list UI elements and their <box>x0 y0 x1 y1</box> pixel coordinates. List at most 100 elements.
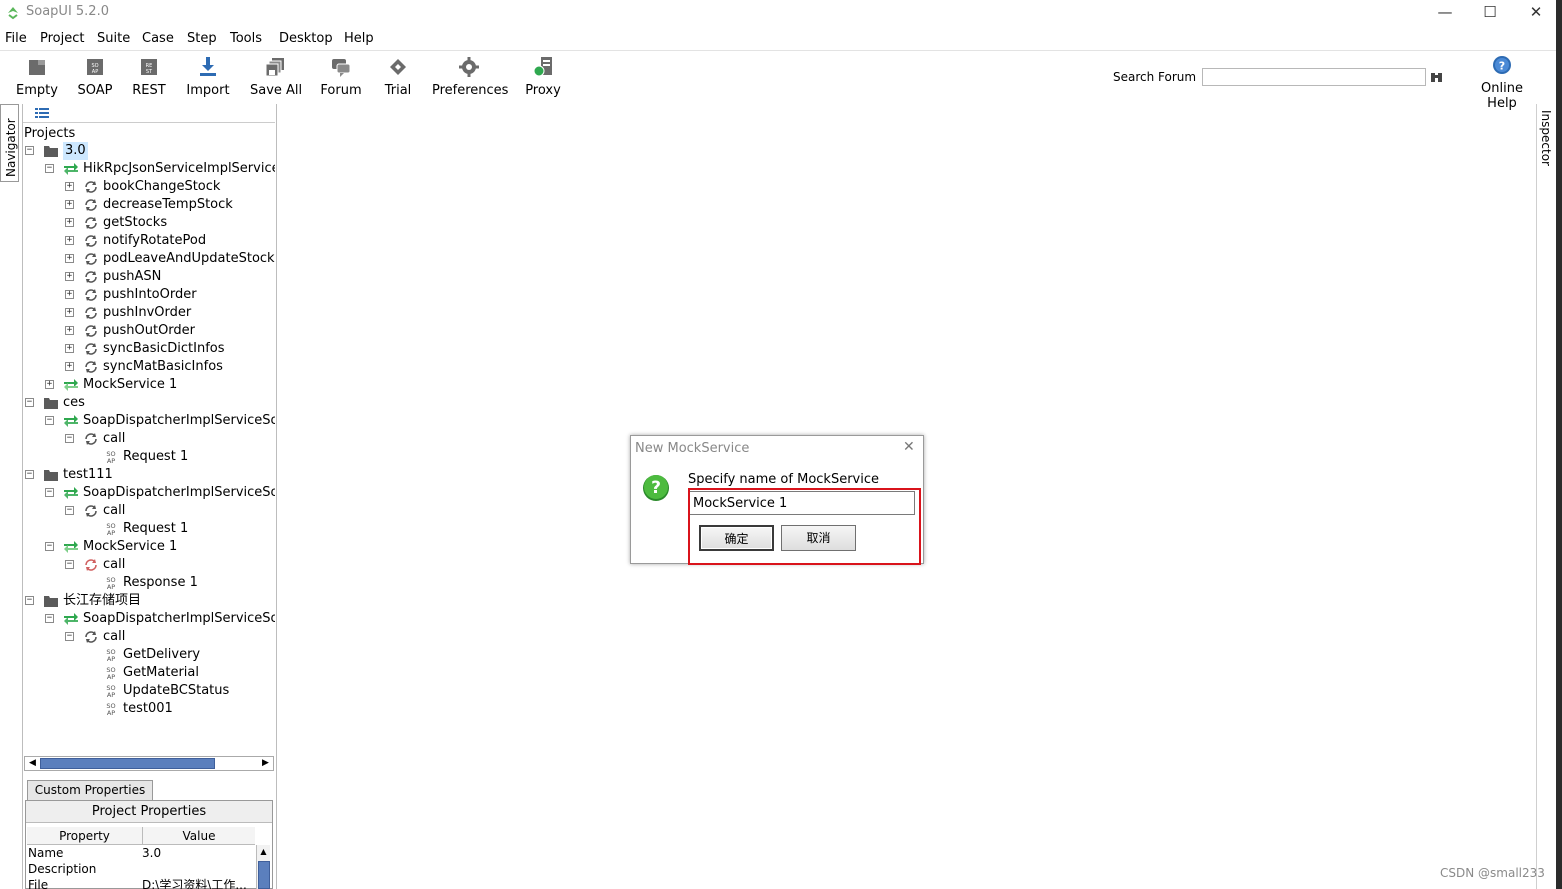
collapse-toggle-icon[interactable]: − <box>25 146 34 155</box>
tree-node-project[interactable]: − test111 <box>23 466 275 484</box>
expand-toggle-icon[interactable]: + <box>65 218 74 227</box>
tree-node-mock[interactable]: + MockService 1 <box>23 376 275 394</box>
trial-button[interactable]: Trial <box>380 54 416 100</box>
tree-node-request[interactable]: SO AP UpdateBCStatus <box>23 682 275 700</box>
expand-toggle-icon[interactable]: + <box>65 200 74 209</box>
table-row[interactable]: Description <box>27 861 255 877</box>
table-row[interactable]: File D:\学习资料\工作... <box>27 877 255 889</box>
close-window-button[interactable]: ✕ <box>1516 2 1556 22</box>
forum-button[interactable]: Forum <box>318 54 364 100</box>
tree-node-operation[interactable]: + syncMatBasicInfos <box>23 358 275 376</box>
dialog-close-button[interactable]: ✕ <box>903 439 917 455</box>
collapse-toggle-icon[interactable]: − <box>65 506 74 515</box>
soap-project-button[interactable]: SO AP SOAP <box>74 54 116 100</box>
properties-vertical-scrollbar[interactable]: ▲ <box>256 845 270 889</box>
menu-case[interactable]: Case <box>142 31 174 46</box>
expand-toggle-icon[interactable]: + <box>65 236 74 245</box>
expand-toggle-icon[interactable]: + <box>65 308 74 317</box>
tree-node-project[interactable]: − 3.0 <box>23 142 275 160</box>
mockservice-name-input[interactable] <box>689 491 915 515</box>
table-row[interactable]: Name 3.0 <box>27 845 255 861</box>
scroll-thumb[interactable] <box>40 758 215 769</box>
tree-node-request[interactable]: SO AP GetMaterial <box>23 664 275 682</box>
menu-tools[interactable]: Tools <box>230 31 262 46</box>
collapse-toggle-icon[interactable]: − <box>45 614 54 623</box>
custom-properties-tab[interactable]: Custom Properties <box>27 780 153 800</box>
collapse-toggle-icon[interactable]: − <box>65 560 74 569</box>
menu-suite[interactable]: Suite <box>97 31 130 46</box>
tree-node-request[interactable]: SO AP test001 <box>23 700 275 718</box>
menu-project[interactable]: Project <box>40 31 84 46</box>
tree-node-operation[interactable]: + getStocks <box>23 214 275 232</box>
tree-node-interface[interactable]: − SoapDispatcherImplServiceSoap <box>23 484 275 502</box>
navigator-horizontal-scrollbar[interactable]: ◀ ▶ <box>24 756 274 771</box>
collapse-toggle-icon[interactable]: − <box>45 416 54 425</box>
maximize-button[interactable]: ☐ <box>1470 2 1510 22</box>
menu-file[interactable]: File <box>5 31 27 46</box>
inspector-side-tab[interactable]: Inspector <box>1537 104 1556 172</box>
tree-node-project[interactable]: − 长江存储项目 <box>23 592 275 610</box>
collapse-toggle-icon[interactable]: − <box>45 542 54 551</box>
expand-toggle-icon[interactable]: + <box>65 182 74 191</box>
scroll-right-icon[interactable]: ▶ <box>258 757 273 770</box>
tree-node-interface[interactable]: − SoapDispatcherImplServiceSoap <box>23 610 275 628</box>
tree-node-request[interactable]: SO AP Request 1 <box>23 448 275 466</box>
tree-node-operation[interactable]: + notifyRotatePod <box>23 232 275 250</box>
navigator-side-tab[interactable]: Navigator <box>0 104 19 182</box>
tree-node-interface[interactable]: − HikRpcJsonServiceImplServiceSo <box>23 160 275 178</box>
tree-node-operation[interactable]: + pushInvOrder <box>23 304 275 322</box>
tree-node-mock[interactable]: − MockService 1 <box>23 538 275 556</box>
search-binoculars-icon[interactable] <box>1430 70 1443 83</box>
property-value[interactable]: D:\学习资料\工作... <box>142 877 255 889</box>
tree-node-interface[interactable]: − SoapDispatcherImplServiceSoap <box>23 412 275 430</box>
rest-project-button[interactable]: RE ST REST <box>128 54 170 100</box>
proxy-button[interactable]: Proxy <box>523 54 563 100</box>
menu-desktop[interactable]: Desktop <box>279 31 333 46</box>
tree-node-operation[interactable]: + pushOutOrder <box>23 322 275 340</box>
ok-button[interactable]: 确定 <box>699 525 774 551</box>
online-help-button[interactable]: ? Online Help <box>1466 55 1538 111</box>
tree-node-operation[interactable]: + syncBasicDictInfos <box>23 340 275 358</box>
save-all-button[interactable]: Save All <box>250 54 302 100</box>
tree-node-operation[interactable]: − call <box>23 502 275 520</box>
preferences-button[interactable]: Preferences <box>432 54 508 100</box>
tree-node-operation[interactable]: + pushIntoOrder <box>23 286 275 304</box>
empty-project-button[interactable]: Empty <box>14 54 60 100</box>
expand-toggle-icon[interactable]: + <box>65 254 74 263</box>
tree-node-operation[interactable]: + pushASN <box>23 268 275 286</box>
tree-node-project[interactable]: − ces <box>23 394 275 412</box>
menu-help[interactable]: Help <box>344 31 374 46</box>
collapse-toggle-icon[interactable]: − <box>45 164 54 173</box>
tree-node-operation[interactable]: − call <box>23 628 275 646</box>
minimize-button[interactable]: — <box>1425 2 1465 22</box>
tree-node-operation[interactable]: − call <box>23 430 275 448</box>
menu-step[interactable]: Step <box>187 31 217 46</box>
property-value[interactable]: 3.0 <box>142 845 255 861</box>
scroll-up-icon[interactable]: ▲ <box>257 847 270 856</box>
cancel-button[interactable]: 取消 <box>781 525 856 551</box>
collapse-toggle-icon[interactable]: − <box>25 398 34 407</box>
search-forum-input[interactable] <box>1202 68 1426 86</box>
collapse-toggle-icon[interactable]: − <box>65 434 74 443</box>
expand-toggle-icon[interactable]: + <box>45 380 54 389</box>
tree-node-request[interactable]: SO AP Response 1 <box>23 574 275 592</box>
expand-toggle-icon[interactable]: + <box>65 362 74 371</box>
import-button[interactable]: Import <box>185 54 231 100</box>
collapse-toggle-icon[interactable]: − <box>25 596 34 605</box>
collapse-toggle-icon[interactable]: − <box>45 488 54 497</box>
tree-node-request[interactable]: SO AP GetDelivery <box>23 646 275 664</box>
collapse-toggle-icon[interactable]: − <box>65 632 74 641</box>
tree-node-operation[interactable]: + decreaseTempStock <box>23 196 275 214</box>
tree-node-request[interactable]: SO AP Request 1 <box>23 520 275 538</box>
expand-toggle-icon[interactable]: + <box>65 344 74 353</box>
expand-toggle-icon[interactable]: + <box>65 272 74 281</box>
collapse-toggle-icon[interactable]: − <box>25 470 34 479</box>
expand-toggle-icon[interactable]: + <box>65 326 74 335</box>
expand-toggle-icon[interactable]: + <box>65 290 74 299</box>
tree-node-operation[interactable]: + podLeaveAndUpdateStock <box>23 250 275 268</box>
tree-node-mockop[interactable]: − call <box>23 556 275 574</box>
scroll-thumb[interactable] <box>258 861 270 889</box>
list-view-icon[interactable] <box>35 108 49 118</box>
tree-node-operation[interactable]: + bookChangeStock <box>23 178 275 196</box>
scroll-left-icon[interactable]: ◀ <box>25 757 40 770</box>
